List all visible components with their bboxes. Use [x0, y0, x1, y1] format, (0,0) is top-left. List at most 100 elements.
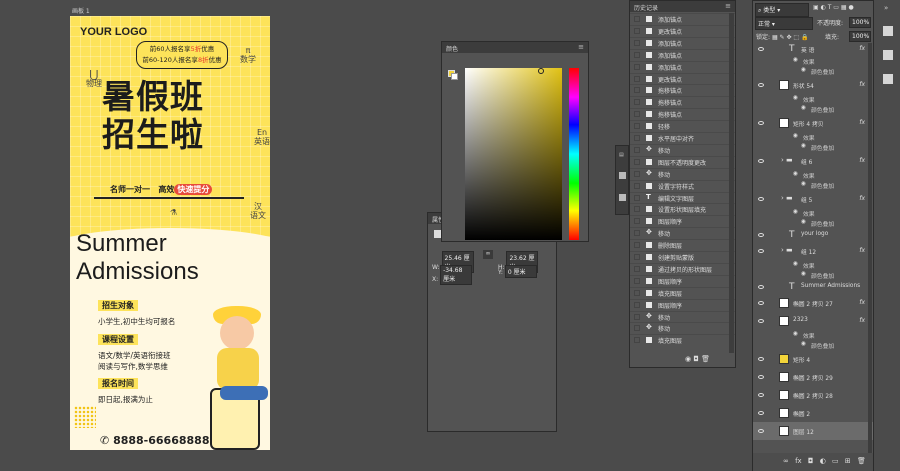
history-checkbox[interactable] — [634, 158, 640, 165]
fx-icon[interactable]: fx — [859, 157, 865, 164]
history-item[interactable]: ✥ 移动 — [630, 322, 735, 333]
layer-row[interactable]: ◉ 颜色叠加 — [753, 66, 873, 76]
layer-row[interactable]: 椭圆 2 拷贝 28 — [753, 386, 873, 404]
history-item[interactable]: 轻移 — [630, 120, 735, 131]
history-item[interactable]: 水平居中对齐 — [630, 132, 735, 143]
history-item[interactable]: ✥ 移动 — [630, 227, 735, 238]
opacity-input[interactable]: 100% — [849, 17, 871, 28]
history-checkbox[interactable] — [634, 194, 640, 201]
history-item[interactable]: 删除图层 — [630, 239, 735, 250]
history-checkbox[interactable] — [634, 218, 640, 225]
history-checkbox[interactable] — [634, 27, 640, 34]
panel-icon[interactable] — [883, 74, 893, 84]
history-checkbox[interactable] — [634, 87, 640, 94]
history-item[interactable]: 更改锚点 — [630, 72, 735, 84]
visibility-eye-icon[interactable] — [758, 159, 764, 163]
layer-row[interactable]: ◉ 效果 — [753, 260, 873, 270]
history-checkbox[interactable] — [634, 313, 640, 320]
history-checkbox[interactable] — [634, 16, 640, 22]
collapsed-panel-strip[interactable]: ▤ — [615, 145, 629, 215]
filter-icons[interactable]: ▣ ◐ T ▭ ▦ ● — [813, 4, 854, 11]
history-panel[interactable]: 历史记录 ≡ 添加锚点 更改锚点 添加锚点 添加锚点 添加锚点 更改锚点 拖移锚点 拖移锚点 拖移… — [629, 0, 736, 368]
history-item[interactable]: 创建剪贴蒙版 — [630, 251, 735, 262]
history-actions[interactable]: ◉ ◘ 🗑 — [685, 355, 710, 363]
visibility-eye-icon[interactable] — [758, 357, 764, 361]
history-item[interactable]: 图层顺序 — [630, 215, 735, 226]
color-field[interactable] — [465, 68, 562, 240]
layer-row[interactable]: › ▬ fx 组 5 — [753, 190, 873, 208]
history-item[interactable]: 更改锚点 — [630, 24, 735, 36]
layer-row[interactable]: Tyour logo — [753, 228, 873, 242]
history-item[interactable]: 设置字符样式 — [630, 179, 735, 191]
fx-icon[interactable]: fx — [859, 317, 865, 324]
history-item[interactable]: 拖移锚点 — [630, 84, 735, 95]
layer-row[interactable]: fx 2323 — [753, 312, 873, 330]
layer-row[interactable]: ◉ 效果 — [753, 56, 873, 66]
layer-row[interactable]: fx 椭圆 2 拷贝 27 — [753, 294, 873, 312]
history-item[interactable]: ✥ 移动 — [630, 310, 735, 322]
visibility-eye-icon[interactable] — [758, 121, 764, 125]
history-item[interactable]: 拖移锚点 — [630, 108, 735, 119]
history-scrollbar[interactable] — [729, 13, 734, 353]
history-checkbox[interactable] — [634, 277, 640, 284]
history-item[interactable]: 通过拷贝的形状图层 — [630, 262, 735, 274]
history-checkbox[interactable] — [634, 230, 640, 237]
visibility-eye-icon[interactable] — [758, 319, 764, 323]
history-item[interactable]: 图层不透明度更改 — [630, 155, 735, 167]
visibility-eye-icon[interactable] — [758, 233, 764, 237]
layer-row[interactable]: Tfx 英 语 — [753, 42, 873, 56]
history-checkbox[interactable] — [634, 337, 640, 344]
layer-row[interactable]: ◉ 效果 — [753, 330, 873, 340]
layer-row[interactable]: ◉ 效果 — [753, 170, 873, 180]
layer-row[interactable]: 椭圆 2 拷贝 29 — [753, 368, 873, 386]
layer-row[interactable]: ◉ 效果 — [753, 94, 873, 104]
layer-row[interactable]: T Summer Admissions — [753, 280, 873, 294]
visibility-eye-icon[interactable] — [758, 249, 764, 253]
history-checkbox[interactable] — [634, 99, 640, 106]
panel-icon[interactable] — [883, 26, 893, 36]
fx-icon[interactable]: fx — [859, 81, 865, 88]
layer-actions[interactable]: ∞ fx ◘ ◐ ▭ ⊞ 🗑 — [753, 453, 873, 471]
history-checkbox[interactable] — [634, 289, 640, 296]
history-item[interactable]: 添加锚点 — [630, 60, 735, 72]
poster-canvas[interactable]: YOUR LOGO 前60人报名享5折优惠 前60-120人报名享8折优惠 π数… — [70, 16, 270, 450]
fx-icon[interactable]: fx — [859, 45, 865, 52]
layers-scrollbar[interactable] — [868, 43, 872, 453]
layer-row[interactable]: ◉ 效果 — [753, 132, 873, 142]
visibility-eye-icon[interactable] — [758, 285, 764, 289]
history-item[interactable]: 填充图层 — [630, 286, 735, 298]
layer-row[interactable]: ◉ 颜色叠加 — [753, 270, 873, 280]
fx-icon[interactable]: fx — [859, 195, 865, 202]
blend-mode-select[interactable]: 正常 ▾ — [755, 17, 813, 30]
history-checkbox[interactable] — [634, 75, 640, 82]
layer-row[interactable]: ◉ 颜色叠加 — [753, 218, 873, 228]
layer-row[interactable]: ◉ 颜色叠加 — [753, 104, 873, 114]
history-tab[interactable]: 历史记录 ≡ — [630, 1, 735, 12]
visibility-eye-icon[interactable] — [758, 393, 764, 397]
visibility-eye-icon[interactable] — [758, 47, 764, 51]
history-item[interactable]: 填充图层 — [630, 334, 735, 345]
visibility-eye-icon[interactable] — [758, 375, 764, 379]
history-checkbox[interactable] — [634, 254, 640, 260]
fx-icon[interactable]: fx — [859, 119, 865, 126]
layer-row[interactable]: fx 形状 54 — [753, 76, 873, 94]
color-panel[interactable]: 颜色 ≡ — [441, 41, 589, 242]
lock-row[interactable]: 锁定: ▦ ✎ ✥ ⬚ 🔒 — [756, 32, 808, 41]
history-item[interactable]: 添加锚点 — [630, 13, 735, 24]
layer-row[interactable]: 椭圆 2 — [753, 404, 873, 422]
layer-row[interactable]: › ▬ fx 组 12 — [753, 242, 873, 260]
history-checkbox[interactable] — [634, 170, 640, 177]
visibility-eye-icon[interactable] — [758, 301, 764, 305]
right-tool-strip[interactable]: » — [876, 0, 900, 471]
layer-row[interactable]: 矩形 4 — [753, 350, 873, 368]
history-checkbox[interactable] — [634, 325, 640, 332]
properties-panel[interactable]: 属性 W: 25.46 厘米 ∞ H: 23.62 厘米 X: -34.68 厘… — [427, 212, 557, 432]
history-item[interactable]: 图层顺序 — [630, 298, 735, 310]
history-item[interactable]: 图层顺序 — [630, 274, 735, 286]
background-swatch[interactable] — [451, 73, 458, 80]
history-checkbox[interactable] — [634, 146, 640, 153]
x-field[interactable]: X: -34.68 厘米 — [432, 265, 473, 285]
history-checkbox[interactable] — [634, 39, 640, 46]
history-checkbox[interactable] — [634, 51, 640, 58]
history-item[interactable]: 设置形状图层填充 — [630, 203, 735, 214]
